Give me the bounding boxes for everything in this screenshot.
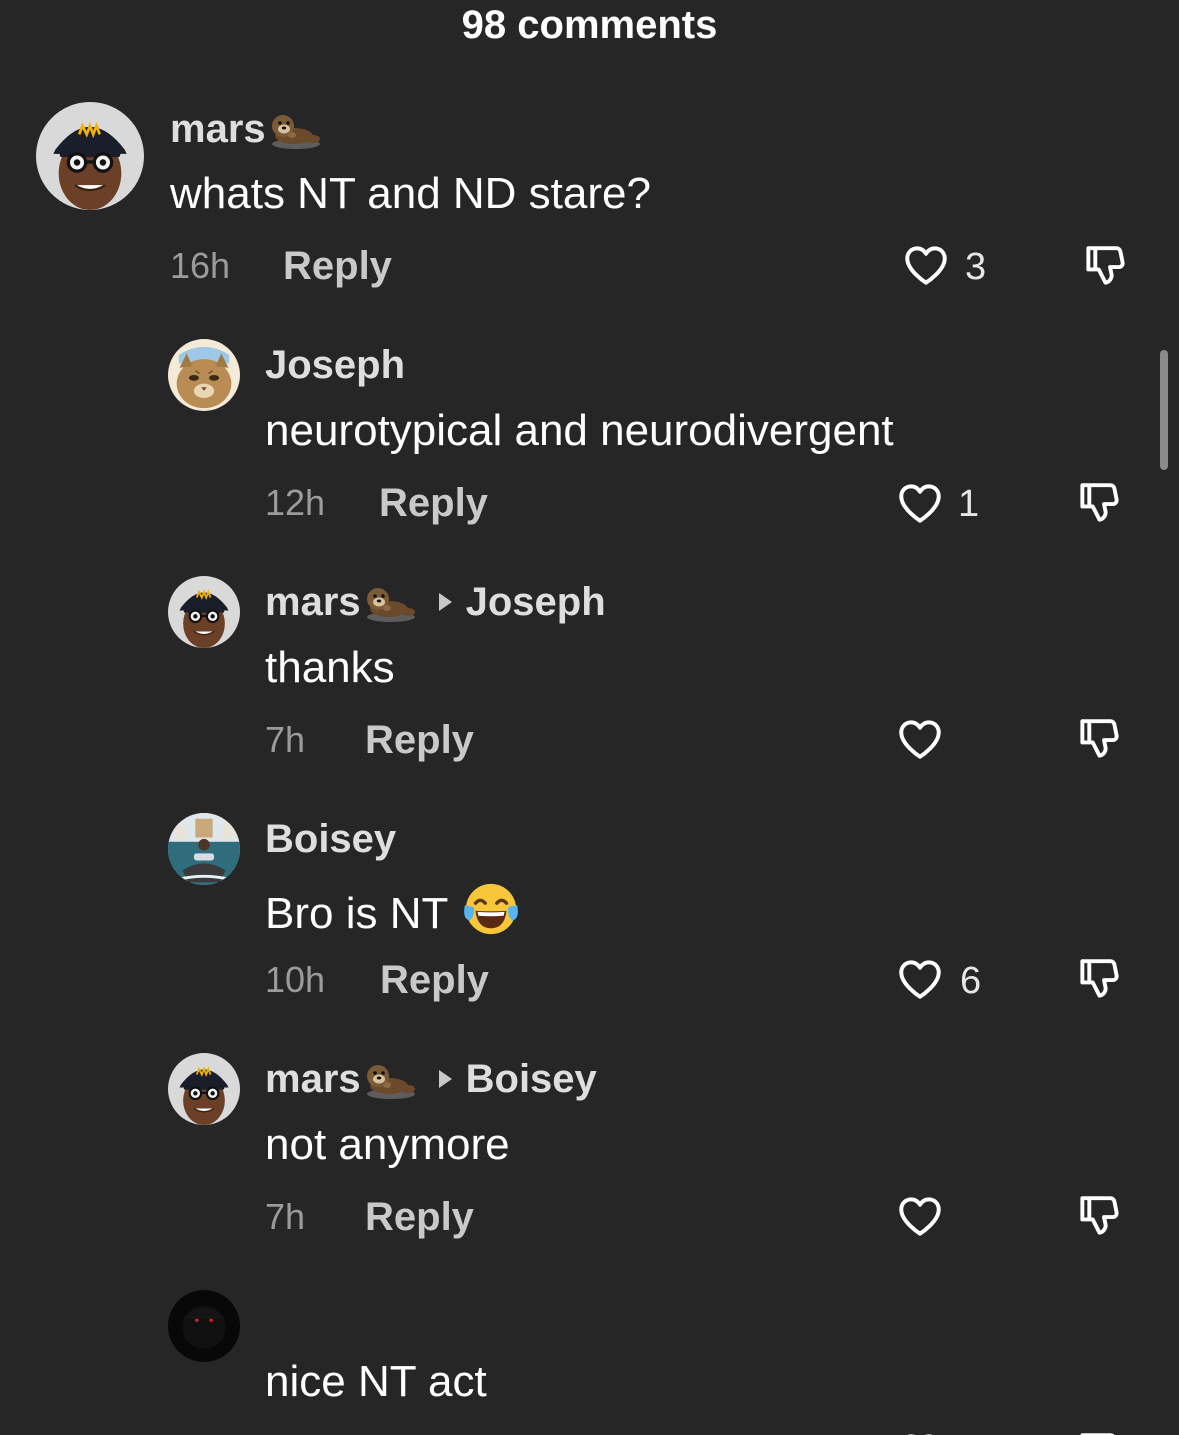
reply-to-username[interactable]: Boisey [466, 1056, 597, 1102]
comment-author: Joseph [265, 342, 405, 388]
like-count: 1 [958, 483, 980, 525]
otter-emoji-icon [363, 580, 417, 624]
avatar[interactable] [168, 339, 240, 411]
comment-text-content: Bro is NT [265, 889, 449, 938]
triangle-right-icon [438, 1070, 452, 1088]
username[interactable]: Joseph [265, 342, 405, 388]
like-count: 3 [965, 246, 987, 288]
reply-button[interactable]: Reply [283, 243, 392, 289]
thumbs-down-icon[interactable] [1073, 477, 1129, 529]
username[interactable]: mars [265, 579, 361, 625]
avatar[interactable] [168, 576, 240, 648]
username[interactable]: Boisey [265, 816, 396, 862]
thumbs-down-icon[interactable] [1073, 953, 1129, 1005]
comment-author: Boisey [265, 816, 396, 862]
comment-time: 16h [170, 245, 231, 286]
avatar[interactable] [36, 102, 144, 210]
thumbs-down-icon[interactable] [1079, 240, 1135, 292]
comment-author: mars Joseph [265, 579, 606, 625]
heart-icon[interactable] [893, 478, 947, 528]
avatar[interactable] [168, 813, 240, 885]
comments-count-title: 98 comments [461, 3, 718, 47]
comment-time: 7h [265, 1196, 306, 1237]
thumbs-down-icon[interactable] [1073, 1427, 1129, 1435]
heart-icon[interactable] [899, 240, 953, 290]
comment-time: 7h [265, 719, 306, 760]
heart-icon[interactable] [893, 714, 947, 764]
reply-to-username[interactable]: Joseph [466, 579, 606, 625]
comments-sheet: 98 comments mars whats NT and ND stare? … [0, 0, 1179, 1435]
comment-text: neurotypical and neurodivergent [265, 406, 894, 455]
thumbs-down-icon[interactable] [1073, 713, 1129, 765]
avatar[interactable] [168, 1053, 240, 1125]
comment-text: whats NT and ND stare? [170, 169, 651, 218]
comment-text: Bro is NT [265, 880, 520, 940]
username[interactable]: mars [170, 106, 266, 152]
heart-icon[interactable] [893, 1191, 947, 1241]
comment-time: 12h [265, 482, 326, 523]
comment-text: nice NT act [265, 1357, 487, 1406]
comment-text: not anymore [265, 1120, 510, 1169]
comment-author: mars Boisey [265, 1056, 597, 1102]
comment-time: 10h [265, 959, 326, 1000]
comment-author: mars [170, 106, 322, 152]
avatar[interactable] [168, 1290, 240, 1362]
reply-button[interactable]: Reply [380, 957, 489, 1003]
reply-button[interactable]: Reply [365, 1194, 474, 1240]
tears-of-joy-emoji-icon [462, 880, 520, 938]
scrollbar[interactable] [1160, 350, 1168, 470]
reply-button[interactable]: Reply [379, 480, 488, 526]
reply-button[interactable]: Reply [365, 717, 474, 763]
heart-icon[interactable] [893, 954, 947, 1004]
username[interactable]: mars [265, 1056, 361, 1102]
triangle-right-icon [438, 593, 452, 611]
otter-emoji-icon [363, 1057, 417, 1101]
comment-text: thanks [265, 643, 395, 692]
otter-emoji-icon [268, 107, 322, 151]
heart-icon[interactable] [893, 1428, 947, 1435]
thumbs-down-icon[interactable] [1073, 1190, 1129, 1242]
like-count: 6 [960, 960, 982, 1002]
